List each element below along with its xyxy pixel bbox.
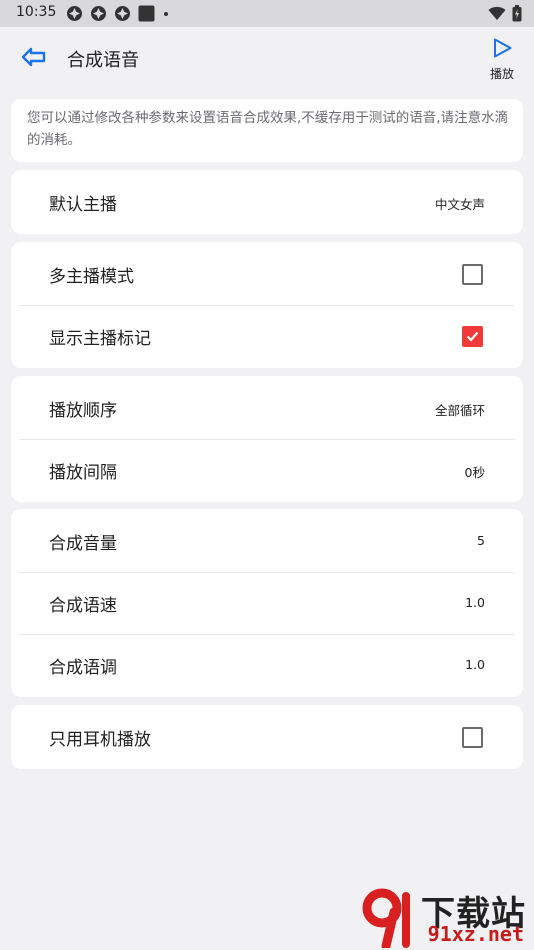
back-arrow-icon: [21, 47, 46, 67]
description-card: 您可以通过修改各种参数来设置语音合成效果,不缓存用于测试的语音,请注意水滴的消耗…: [11, 99, 523, 162]
watermark-logo-icon: [362, 888, 410, 948]
setting-row-speed[interactable]: 合成语速 1.0: [19, 572, 515, 634]
status-time: 10:35: [16, 4, 57, 20]
setting-value: 1.0: [465, 657, 485, 672]
default-anchor-card: 默认主播 中文女声: [11, 170, 523, 234]
page-title: 合成语音: [67, 50, 139, 71]
setting-row-play-interval[interactable]: 播放间隔 0秒: [19, 439, 515, 501]
play-label: 播放: [489, 67, 514, 81]
battery-icon: [512, 5, 522, 22]
watermark-url: 91xz.net: [427, 922, 524, 946]
setting-label: 播放顺序: [49, 401, 117, 421]
top-app-bar: 合成语音 播放: [0, 27, 534, 89]
description-text: 您可以通过修改各种参数来设置语音合成效果,不缓存用于测试的语音,请注意水滴的消耗…: [27, 110, 509, 148]
setting-value: 中文女声: [434, 197, 485, 212]
headphone-card: 只用耳机播放: [11, 705, 523, 769]
setting-label: 播放间隔: [49, 463, 117, 483]
setting-label: 只用耳机播放: [49, 730, 151, 750]
setting-value: 全部循环: [434, 403, 485, 418]
setting-label: 合成语调: [49, 658, 117, 678]
status-bar: 10:35: [0, 0, 534, 27]
system-icons: [488, 5, 522, 22]
setting-value: 1.0: [465, 595, 485, 610]
synthesis-card: 合成音量 5 合成语速 1.0 合成语调 1.0: [11, 509, 523, 697]
app-notification-icon: [115, 6, 130, 21]
app-notification-icon: [67, 6, 82, 21]
setting-label: 多主播模式: [49, 267, 134, 287]
setting-row-volume[interactable]: 合成音量 5: [19, 510, 515, 572]
back-button[interactable]: [18, 43, 50, 71]
setting-label: 显示主播标记: [49, 329, 151, 349]
playback-card: 播放顺序 全部循环 播放间隔 0秒: [11, 376, 523, 502]
headphone-only-checkbox[interactable]: [462, 727, 483, 748]
setting-row-headphone-only[interactable]: 只用耳机播放: [19, 706, 515, 768]
setting-value: 0秒: [464, 465, 485, 480]
multi-anchor-checkbox[interactable]: [462, 264, 483, 285]
setting-label: 默认主播: [49, 195, 117, 215]
show-anchor-mark-checkbox[interactable]: [462, 326, 483, 347]
square-notification-icon: [138, 5, 155, 22]
notification-icons: [66, 5, 170, 22]
watermark: 下载站 91xz.net: [360, 886, 530, 948]
setting-label: 合成语速: [49, 596, 117, 616]
app-notification-icon: [91, 6, 106, 21]
setting-value: 5: [477, 533, 485, 548]
checkmark-icon: [466, 331, 479, 342]
wifi-icon: [488, 6, 506, 20]
anchor-options-card: 多主播模式 显示主播标记: [11, 242, 523, 368]
setting-row-pitch[interactable]: 合成语调 1.0: [19, 634, 515, 696]
setting-row-play-order[interactable]: 播放顺序 全部循环: [19, 377, 515, 439]
setting-row-default-anchor[interactable]: 默认主播 中文女声: [19, 171, 515, 233]
setting-label: 合成音量: [49, 534, 117, 554]
more-dot-icon: [164, 12, 168, 16]
play-icon: [494, 38, 512, 58]
setting-row-show-anchor-mark[interactable]: 显示主播标记: [19, 305, 515, 367]
setting-row-multi-anchor[interactable]: 多主播模式: [19, 243, 515, 305]
play-button[interactable]: 播放: [484, 37, 520, 81]
